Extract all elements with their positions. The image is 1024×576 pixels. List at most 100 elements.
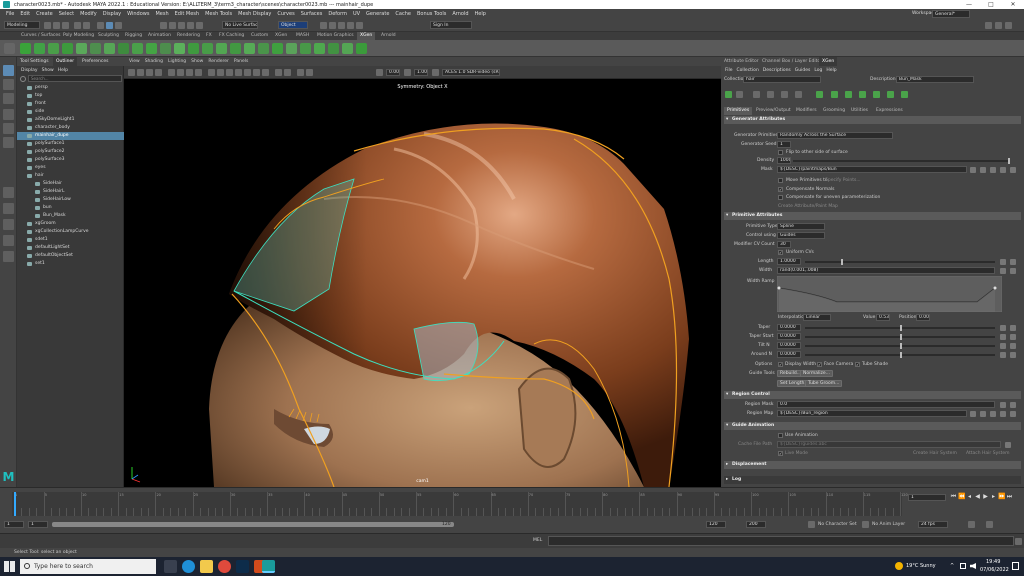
xgen-menu-collection[interactable]: Collection (737, 68, 759, 73)
shelf-tab-fx[interactable]: FX (203, 32, 215, 40)
viewport-3d[interactable]: Symmetry: Object X cam1 (124, 79, 721, 487)
snap-point-icon[interactable] (178, 22, 185, 29)
xgen-convert-icon[interactable] (258, 43, 269, 54)
select-object-icon[interactable] (106, 22, 113, 29)
outliner-row[interactable]: xgCollectionLampCurve (17, 228, 124, 236)
anim-start-field[interactable]: 1 (4, 521, 24, 528)
tube-shade-checkbox[interactable]: ✓ (855, 362, 860, 367)
menu-help[interactable]: Help (475, 11, 486, 17)
select-tool-icon[interactable] (3, 65, 14, 76)
xgen-menu-help[interactable]: Help (826, 68, 836, 73)
step-back-key-button[interactable]: ⏪ (958, 493, 965, 500)
smooth-shade-icon[interactable] (217, 69, 224, 76)
tray-chevron-icon[interactable]: ^ (950, 563, 954, 569)
menu-arnold[interactable]: Arnold (452, 11, 468, 17)
range-start-field[interactable]: 1 (28, 521, 48, 528)
menu-deform[interactable]: Deform (328, 11, 347, 17)
around-slider[interactable] (805, 352, 995, 358)
xgen-cut-icon[interactable] (90, 43, 101, 54)
shelf-tab-rigging[interactable]: Rigging (122, 32, 145, 40)
go-to-end-button[interactable]: ⏭ (1006, 493, 1013, 500)
outliner-row[interactable]: Bun_Mask (17, 212, 124, 220)
xgen-freeze-icon[interactable] (202, 43, 213, 54)
xgen-grass-2-icon[interactable] (845, 91, 852, 98)
shelf-tab-custom[interactable]: Custom (248, 32, 271, 40)
wireframe-on-shaded-icon[interactable] (226, 69, 233, 76)
tilt-field[interactable]: 0.0000 (777, 342, 801, 349)
outliner-search-input[interactable]: Search... (28, 75, 122, 82)
xgen-editor-icon[interactable] (20, 43, 31, 54)
taper-start-field[interactable]: 0.0000 (777, 333, 801, 340)
region-map-save-icon[interactable] (1000, 411, 1006, 417)
tab-tool-settings[interactable]: Tool Settings (17, 57, 52, 66)
current-frame-marker[interactable] (14, 492, 16, 516)
outliner-row[interactable]: persp (17, 84, 124, 92)
generator-primitives-dropdown[interactable]: Randomly Across the Surface (777, 132, 893, 139)
move-primitives-checkbox[interactable] (778, 178, 783, 183)
isolate-select-icon[interactable] (297, 69, 304, 76)
mask-save-icon[interactable] (1000, 167, 1006, 173)
outliner-menu-show[interactable]: Show (42, 68, 54, 73)
xray-joints-icon[interactable] (284, 69, 291, 76)
xgen-length-icon[interactable] (132, 43, 143, 54)
tilt-slider[interactable] (805, 343, 995, 349)
specify-points-link[interactable]: Specify Points... (825, 178, 861, 183)
viewport-menu-lighting[interactable]: Lighting (168, 59, 186, 64)
timeline-ticks[interactable]: 1 5 10 15 20 25 30 35 40 45 50 55 60 65 70 75 80 85 90 95 10… (12, 492, 908, 516)
shelf-tab-fx-caching[interactable]: FX Caching (216, 32, 247, 40)
region-map-expression-icon[interactable] (970, 411, 976, 417)
notification-icon[interactable] (1012, 562, 1019, 570)
range-end-field[interactable]: 120 (706, 521, 726, 528)
script-language-label[interactable]: MEL (533, 538, 542, 543)
ipr-render-icon[interactable] (338, 22, 345, 29)
tab-outliner[interactable]: Outliner (53, 57, 78, 66)
ambient-occlusion-icon[interactable] (262, 69, 269, 76)
mask-menu-icon[interactable] (1010, 167, 1016, 173)
xgen-menu-descriptions[interactable]: Descriptions (763, 68, 791, 73)
region-mask-field[interactable]: 0.0 (777, 401, 995, 408)
tab-attribute-editor[interactable]: Attribute Editor (721, 57, 762, 66)
attach-hair-system-link[interactable]: Attach Hair System (966, 451, 1010, 456)
shelf-tab-poly-modeling[interactable]: Poly Modeling (60, 32, 97, 40)
file-explorer-icon[interactable] (200, 560, 213, 573)
displacement-header[interactable]: ▸ Displacement (724, 461, 1021, 469)
tube-groom-button[interactable]: Tube Groom... (805, 380, 843, 387)
outliner-row[interactable]: defaultObjectSet (17, 252, 124, 260)
subtab-primitives[interactable]: Primitives (724, 107, 753, 115)
grid-toggle-icon[interactable] (168, 69, 175, 76)
network-icon[interactable] (960, 563, 966, 569)
undo-icon[interactable] (74, 22, 81, 29)
gate-mask-icon[interactable] (195, 69, 202, 76)
go-to-start-button[interactable]: ⏮ (950, 493, 957, 500)
paint-select-tool-icon[interactable] (3, 93, 14, 104)
tab-channel-box[interactable]: Channel Box / Layer Editor (759, 57, 825, 66)
tilt-slider-knob[interactable] (900, 343, 902, 349)
density-field[interactable]: 1000 (777, 157, 791, 164)
density-slider[interactable] (793, 158, 1010, 164)
sign-in-dropdown[interactable]: Sign In (430, 21, 472, 29)
menu-edit[interactable]: Edit (20, 11, 30, 17)
region-map-field[interactable]: ${DESC}/Bun_region (777, 410, 967, 417)
xgen-delete-icon[interactable] (736, 91, 743, 98)
xgen-clump-icon[interactable] (160, 43, 171, 54)
length-menu-icon[interactable] (1010, 259, 1016, 265)
outliner-row[interactable]: SideHairLow (17, 196, 124, 204)
xgen-grass-4-icon[interactable] (873, 91, 880, 98)
tilt-map-icon[interactable] (1000, 343, 1006, 349)
four-view-layout-icon[interactable] (3, 203, 14, 214)
face-camera-checkbox[interactable]: ✓ (817, 362, 822, 367)
render-frame-icon[interactable] (329, 22, 336, 29)
outliner-menu-help[interactable]: Help (58, 68, 68, 73)
outliner-row[interactable]: xgGroom (17, 220, 124, 228)
menu-display[interactable]: Display (103, 11, 121, 17)
menu-windows[interactable]: Windows (127, 11, 149, 17)
xgen-create-description-icon[interactable] (34, 43, 45, 54)
rotate-tool-icon[interactable] (3, 123, 14, 134)
menuset-dropdown[interactable]: Modeling (4, 21, 40, 29)
image-plane-icon[interactable] (155, 69, 162, 76)
uniform-cvs-checkbox[interactable]: ✓ (778, 250, 783, 255)
subtab-preview-output[interactable]: Preview/Output (753, 107, 794, 115)
volume-icon[interactable] (970, 563, 976, 569)
edge-icon[interactable] (182, 560, 195, 573)
anim-end-field[interactable]: 200 (746, 521, 766, 528)
